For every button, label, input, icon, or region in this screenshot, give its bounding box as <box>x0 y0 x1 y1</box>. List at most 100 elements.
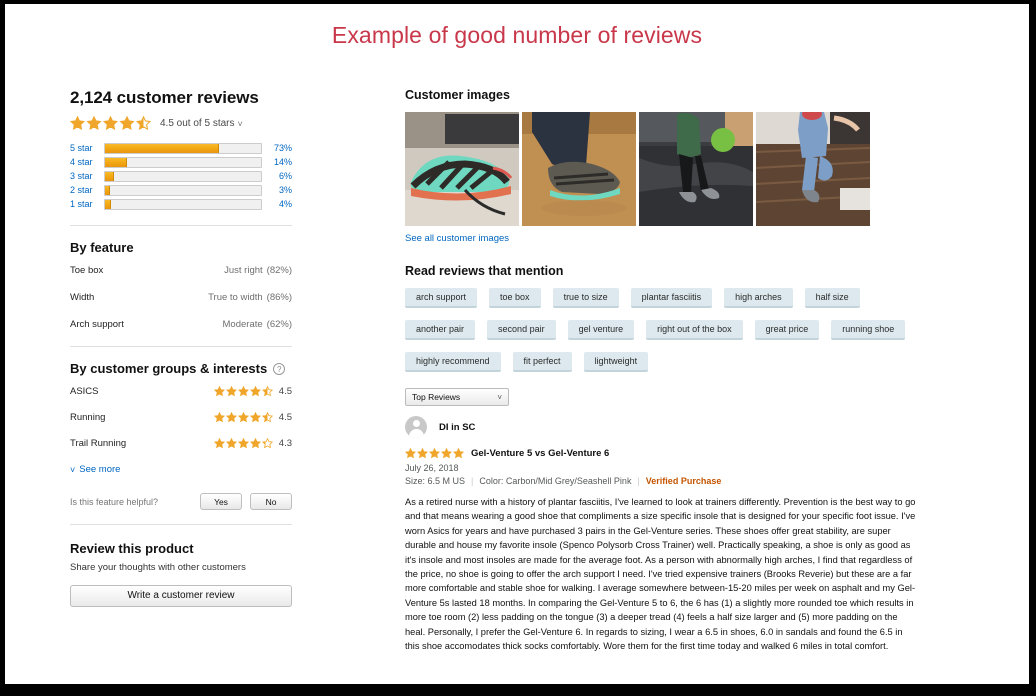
meta-separator: | <box>471 476 474 486</box>
feature-percent: (62%) <box>266 319 292 330</box>
overall-star-rating-icon <box>70 116 151 131</box>
mention-tag[interactable]: fit perfect <box>512 352 572 372</box>
review-size: Size: 6.5 M US <box>405 476 466 486</box>
histogram-percent[interactable]: 73% <box>262 143 292 153</box>
divider <box>70 225 292 226</box>
helpful-yes-button[interactable]: Yes <box>200 493 242 510</box>
by-customer-groups-heading-label: By customer groups & interests <box>70 361 268 376</box>
review-this-product-subtext: Share your thoughts with other customers <box>70 562 246 573</box>
customer-group-score: 4.5 <box>278 386 292 397</box>
mention-tag[interactable]: another pair <box>405 320 476 340</box>
histogram-row[interactable]: 2 star 3% <box>70 183 292 197</box>
histogram-row[interactable]: 4 star 14% <box>70 155 292 169</box>
histogram-percent[interactable]: 4% <box>262 199 292 209</box>
avatar-head-shape <box>412 420 420 427</box>
overall-rating-row[interactable]: 4.5 out of 5 stars ˅ <box>70 116 297 131</box>
histogram-fill <box>105 199 112 209</box>
histogram-star-label[interactable]: 3 star <box>70 171 104 181</box>
chevron-down-icon: ˅ <box>70 464 76 475</box>
mention-tag[interactable]: high arches <box>724 288 793 308</box>
mention-tag[interactable]: true to size <box>552 288 619 308</box>
by-feature-list: Toe box Just right (82%) Width True to wid… <box>65 265 297 330</box>
see-all-customer-images-link[interactable]: See all customer images <box>405 233 509 244</box>
review-date: July 26, 2018 <box>405 463 459 473</box>
histogram-percent[interactable]: 6% <box>262 171 292 181</box>
mention-tag[interactable]: plantar fasciitis <box>630 288 713 308</box>
histogram-row[interactable]: 1 star 4% <box>70 197 292 211</box>
chevron-down-icon[interactable]: ˅ <box>238 119 243 129</box>
histogram-track <box>104 198 262 210</box>
feature-row: Width True to width (86%) <box>70 292 292 303</box>
mention-tag[interactable]: gel venture <box>567 320 635 340</box>
customer-image-thumbnail[interactable] <box>639 112 753 226</box>
mention-tag[interactable]: toe box <box>489 288 541 308</box>
histogram-star-label[interactable]: 5 star <box>70 143 104 153</box>
reviews-detail-panel: Customer images See all customer images … <box>405 88 925 653</box>
customer-group-row: Running 4.5 <box>70 412 292 423</box>
histogram-star-label[interactable]: 2 star <box>70 185 104 195</box>
mention-tag[interactable]: half size <box>804 288 860 308</box>
help-icon[interactable]: ? <box>273 362 286 375</box>
mention-tag[interactable]: highly recommend <box>405 352 501 372</box>
customer-image-thumbnail[interactable] <box>522 112 636 226</box>
page-title: Example of good number of reviews <box>331 22 703 48</box>
meta-separator: | <box>637 476 640 486</box>
helpful-no-button[interactable]: No <box>250 493 292 510</box>
mention-tag[interactable]: arch support <box>405 288 478 308</box>
reviewer-row: DI in SC <box>405 416 925 438</box>
review-meta-row: Size: 6.5 M US | Color: Carbon/Mid Grey/… <box>405 476 925 486</box>
customer-image-thumbnail[interactable] <box>756 112 870 226</box>
customer-review-count: 2,124 customer reviews <box>70 88 259 107</box>
customer-group-rating: 4.5 <box>213 412 292 423</box>
customer-images-heading: Customer images <box>405 88 510 102</box>
divider <box>70 524 292 525</box>
customer-images-gallery <box>405 112 925 226</box>
histogram-fill <box>105 171 115 181</box>
group-star-rating-icon <box>213 412 273 423</box>
customer-group-name: ASICS <box>70 386 99 397</box>
feature-value: Moderate (62%) <box>222 319 292 330</box>
mention-tag[interactable]: great price <box>754 320 820 340</box>
reviewer-name[interactable]: DI in SC <box>439 422 475 433</box>
review-title[interactable]: Gel-Venture 5 vs Gel-Venture 6 <box>471 448 609 459</box>
customer-image-thumbnail[interactable] <box>405 112 519 226</box>
helpful-buttons: Yes No <box>192 493 292 510</box>
histogram-percent[interactable]: 3% <box>262 185 292 195</box>
mention-tag[interactable]: right out of the box <box>646 320 743 340</box>
screenshot-canvas: Example of good number of reviews 2,124 … <box>5 4 1029 684</box>
customer-group-name: Running <box>70 412 106 423</box>
avatar-body-shape <box>408 429 424 438</box>
review-body-text: As a retired nurse with a history of pla… <box>405 497 916 652</box>
by-customer-groups-heading: By customer groups & interests ? <box>70 361 297 376</box>
histogram-track <box>104 142 262 154</box>
feature-percent: (86%) <box>266 292 292 303</box>
histogram-row[interactable]: 3 star 6% <box>70 169 292 183</box>
avatar[interactable] <box>405 416 427 438</box>
feature-helpful-question: Is this feature helpful? <box>70 496 159 507</box>
verified-purchase-badge: Verified Purchase <box>645 476 722 486</box>
customer-group-score: 4.3 <box>278 438 292 449</box>
see-more-link[interactable]: ˅ See more <box>70 464 297 475</box>
mention-tag[interactable]: second pair <box>487 320 556 340</box>
histogram-row[interactable]: 5 star 73% <box>70 141 292 155</box>
by-customer-groups-list: ASICS 4.5 Running 4.5 Trail Running 4.3 <box>65 386 297 449</box>
mention-tag[interactable]: running shoe <box>831 320 906 340</box>
customer-group-score: 4.5 <box>278 412 292 423</box>
rating-histogram: 5 star 73% 4 star 14% 3 star 6% 2 star 3% 1 … <box>70 141 292 211</box>
chevron-down-icon: ˅ <box>497 392 502 402</box>
by-feature-heading-label: By feature <box>70 240 134 255</box>
write-a-customer-review-button[interactable]: Write a customer review <box>70 585 292 607</box>
histogram-star-label[interactable]: 1 star <box>70 199 104 209</box>
histogram-track <box>104 170 262 182</box>
histogram-fill <box>105 185 110 195</box>
review-this-product-heading: Review this product <box>70 541 194 556</box>
sort-control-wrapper: Top Reviews ˅ <box>405 388 925 406</box>
histogram-track <box>104 156 262 168</box>
feature-value: True to width (86%) <box>208 292 292 303</box>
mention-tag[interactable]: lightweight <box>583 352 649 372</box>
histogram-percent[interactable]: 14% <box>262 157 292 167</box>
by-feature-heading: By feature <box>70 240 297 255</box>
customer-group-rating: 4.5 <box>213 386 292 397</box>
histogram-star-label[interactable]: 4 star <box>70 157 104 167</box>
review-sort-select[interactable]: Top Reviews ˅ <box>405 388 509 406</box>
